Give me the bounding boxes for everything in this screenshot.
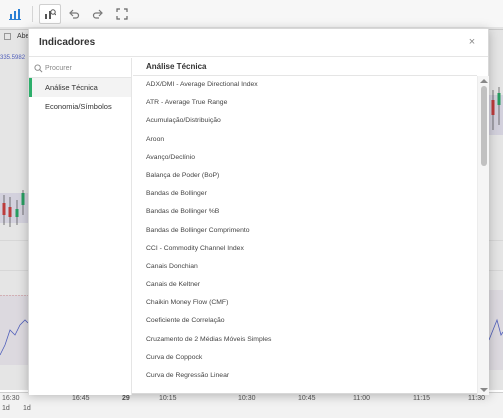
- chart-toolbar: [0, 0, 503, 28]
- scroll-up-icon[interactable]: [480, 79, 488, 83]
- indicator-item[interactable]: CCI - Commodity Channel Index: [133, 240, 477, 258]
- close-icon[interactable]: ×: [466, 36, 478, 48]
- time-axis-label: 11:00: [353, 395, 370, 402]
- fullscreen-icon: [116, 7, 128, 20]
- time-axis-label: 29: [122, 395, 130, 402]
- section-title: Análise Técnica: [146, 62, 207, 71]
- indicator-panel: Análise Técnica ADX/DMI - Average Direct…: [133, 58, 489, 395]
- indicator-item[interactable]: Curva de Coppock: [133, 349, 477, 367]
- time-axis-label: 16:30: [2, 395, 20, 402]
- scrollbar-thumb[interactable]: [481, 86, 487, 166]
- indicator-item[interactable]: Coeficiente de Correlação: [133, 312, 477, 330]
- time-axis-label: 10:45: [298, 395, 316, 402]
- time-axis-label: 16:45: [72, 395, 90, 402]
- bar-chart-button[interactable]: [4, 4, 26, 24]
- redo-button[interactable]: [87, 4, 109, 24]
- scroll-down-icon[interactable]: [480, 388, 488, 392]
- search-box: [29, 58, 131, 78]
- category-item[interactable]: Análise Técnica: [29, 78, 131, 97]
- indicators-icon: [45, 8, 56, 19]
- indicator-item[interactable]: Bandas de Bollinger Comprimento: [133, 222, 477, 240]
- redo-icon: [92, 9, 103, 19]
- category-panel: Análise TécnicaEconomia/Símbolos: [29, 58, 132, 395]
- dialog-title: Indicadores: [39, 37, 96, 48]
- indicator-item[interactable]: Chaikin Money Flow (CMF): [133, 294, 477, 312]
- indicator-item[interactable]: Curva de Regressão Linear: [133, 367, 477, 385]
- indicator-item[interactable]: Canais de Keltner: [133, 276, 477, 294]
- indicator-item[interactable]: ADX/DMI - Average Directional Index: [133, 76, 477, 94]
- indicator-item[interactable]: Bandas de Bollinger %B: [133, 203, 477, 221]
- search-input[interactable]: [45, 61, 129, 75]
- indicators-button[interactable]: [39, 3, 61, 24]
- fullscreen-button[interactable]: [111, 4, 133, 24]
- undo-button[interactable]: [63, 4, 85, 24]
- category-item[interactable]: Economia/Símbolos: [29, 97, 131, 116]
- category-list: Análise Técnica Economia/Símbolos: [29, 78, 131, 116]
- indicator-item[interactable]: ATR - Average True Range: [133, 94, 477, 112]
- undo-icon: [69, 9, 80, 19]
- time-axis-label: 10:30: [238, 395, 256, 402]
- indicator-item[interactable]: Acumulação/Distribuição: [133, 112, 477, 130]
- period-label[interactable]: 1d: [2, 405, 10, 412]
- indicator-item[interactable]: Bandas de Bollinger: [133, 185, 477, 203]
- indicator-item[interactable]: Canais Donchian: [133, 258, 477, 276]
- indicator-list: ADX/DMI - Average Directional Index ATR -…: [133, 76, 477, 385]
- dialog-header: Indicadores ×: [29, 29, 488, 57]
- time-axis-label: 11:15: [413, 395, 430, 402]
- indicator-item[interactable]: Avanço/Declínio: [133, 149, 477, 167]
- indicator-scrollbar[interactable]: [477, 76, 489, 395]
- indicators-dialog: Indicadores × Análise TécnicaEconomia/Sí…: [28, 28, 489, 395]
- period-label[interactable]: 1d: [23, 405, 31, 412]
- indicator-item[interactable]: Aroon: [133, 131, 477, 149]
- indicator-item[interactable]: Cruzamento de 2 Médias Móveis Simples: [133, 331, 477, 349]
- time-axis-label: 10:15: [159, 395, 177, 402]
- indicator-item[interactable]: Balança de Poder (BoP): [133, 167, 477, 185]
- bar-chart-icon: [9, 8, 21, 20]
- toolbar-separator: [32, 5, 33, 22]
- time-axis-label: 11:30: [468, 395, 485, 402]
- search-icon: [34, 64, 43, 73]
